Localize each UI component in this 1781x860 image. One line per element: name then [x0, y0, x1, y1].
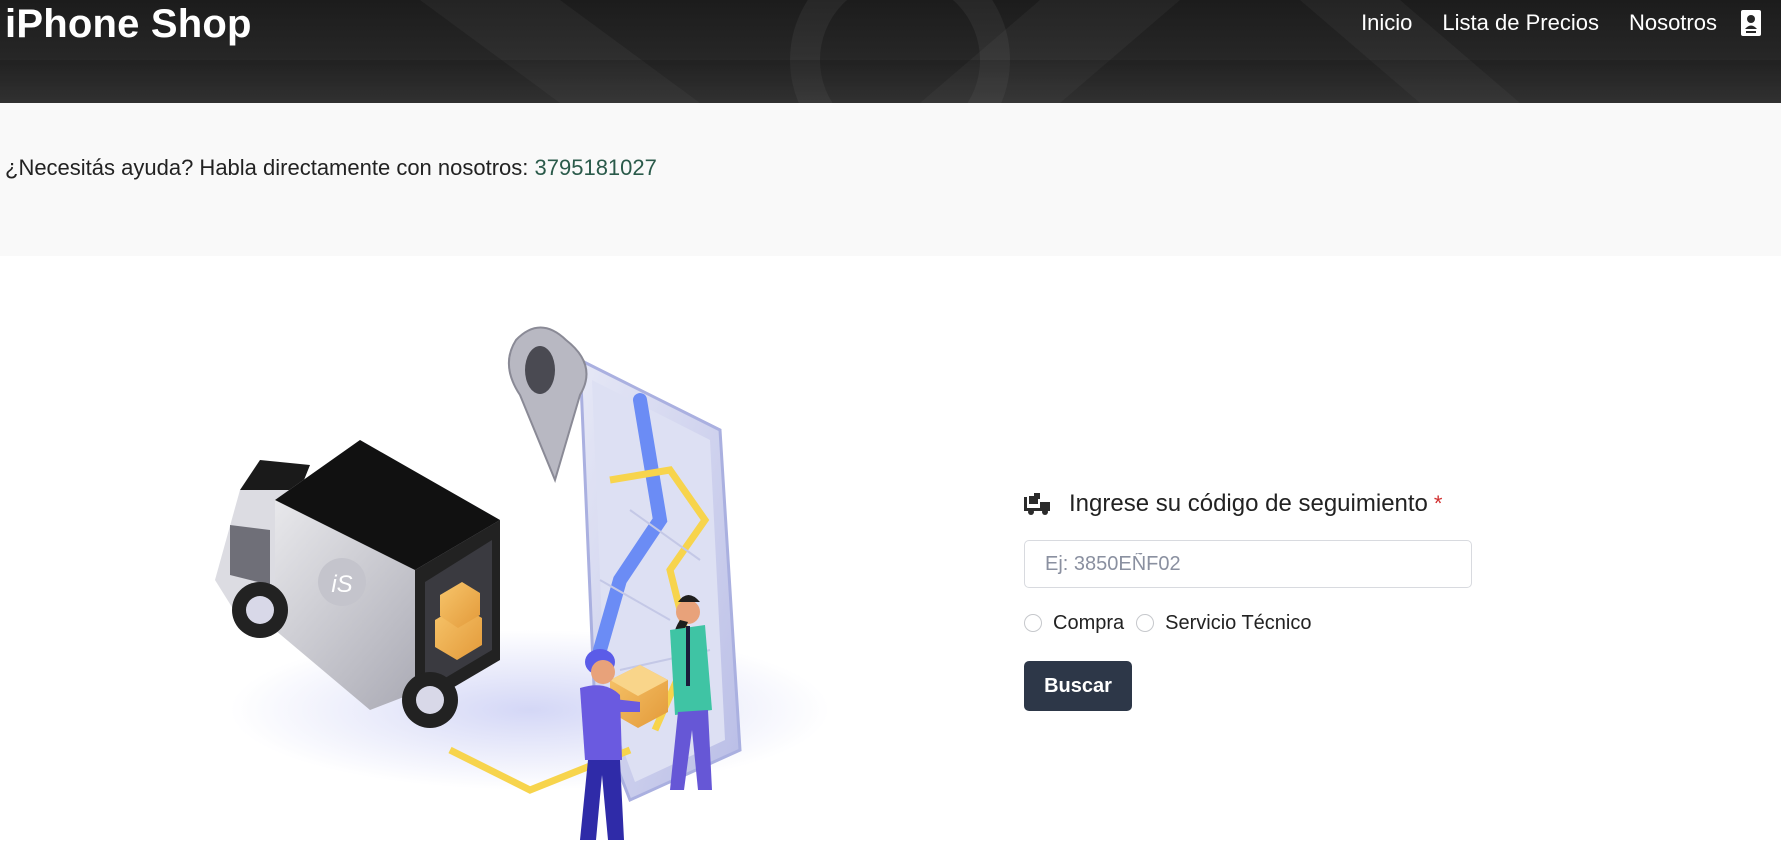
map-pin [508, 326, 588, 484]
nav-lista-de-precios[interactable]: Lista de Precios [1442, 10, 1599, 36]
brand-logo[interactable]: iPhone Shop [5, 2, 252, 47]
nav-nosotros[interactable]: Nosotros [1629, 10, 1717, 36]
radio-compra-label: Compra [1053, 611, 1125, 634]
radio-servicio-tecnico[interactable]: Servicio Técnico [1136, 611, 1312, 635]
site-header: iPhone Shop Inicio Lista de Precios Noso… [0, 0, 1781, 103]
help-message: ¿Necesitás ayuda? Habla directamente con… [5, 155, 657, 181]
tracking-label: Ingrese su código de seguimiento [1069, 490, 1428, 517]
radio-servicio-tecnico-label: Servicio Técnico [1165, 611, 1312, 634]
help-banner: ¿Necesitás ayuda? Habla directamente con… [0, 103, 1781, 256]
truck-loading-icon [1024, 493, 1052, 515]
required-asterisk: * [1433, 491, 1443, 516]
delivery-illustration: iS [200, 320, 840, 855]
radio-servicio-tecnico-circle[interactable] [1136, 614, 1155, 632]
tracking-code-input[interactable] [1024, 540, 1472, 588]
main-nav: Inicio Lista de Precios Nosotros [1331, 0, 1781, 46]
tracking-form: Ingrese su código de seguimiento * Compr… [1024, 486, 1474, 711]
contact-card-icon[interactable] [1741, 10, 1761, 36]
order-type-radios: Compra Servicio Técnico [1024, 612, 1474, 634]
help-text: ¿Necesitás ayuda? Habla directamente con… [5, 155, 535, 180]
nav-inicio[interactable]: Inicio [1361, 10, 1412, 36]
truck-logo-text: iS [331, 571, 352, 598]
search-button[interactable]: Buscar [1024, 661, 1132, 711]
radio-compra[interactable]: Compra [1024, 612, 1124, 635]
tracking-label-row: Ingrese su código de seguimiento * [1024, 486, 1474, 522]
radio-compra-circle[interactable] [1024, 614, 1042, 632]
help-phone-link[interactable]: 3795181027 [535, 155, 657, 180]
